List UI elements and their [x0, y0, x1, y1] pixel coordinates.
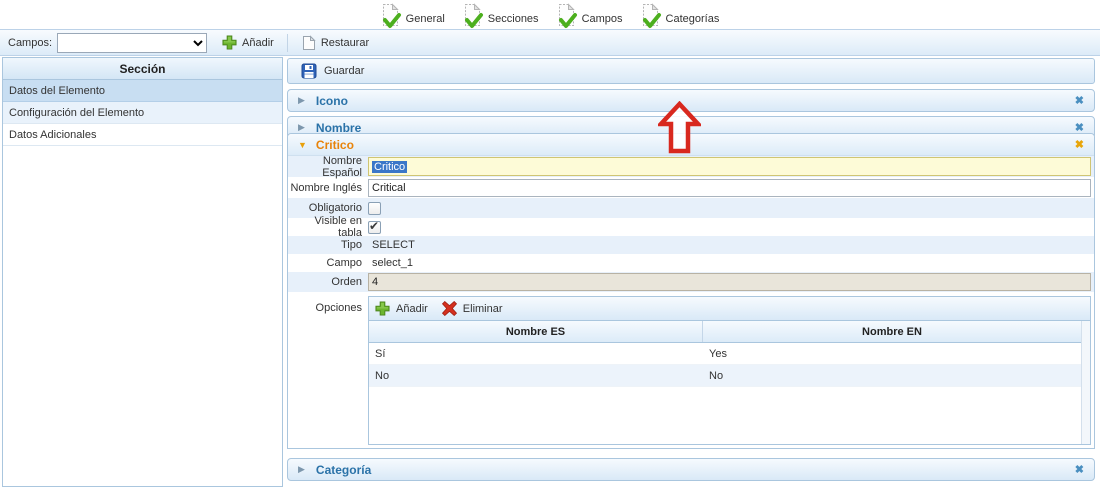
page-check-icon — [381, 3, 402, 29]
section-categoria: ▶ Categoría ✖ — [287, 458, 1095, 481]
campo-value: select_1 — [368, 257, 413, 269]
anadir-button[interactable]: Añadir — [215, 33, 281, 52]
tipo-value: SELECT — [368, 239, 415, 251]
form-row-opciones: Opciones Añadir Eliminar — [288, 294, 1094, 445]
toolbar-separator — [287, 34, 288, 52]
section-item-label: Configuración del Elemento — [9, 107, 144, 119]
section-item-datos-adicionales[interactable]: Datos Adicionales — [3, 124, 282, 146]
cell-nombre-en: No — [703, 370, 1081, 382]
nombre-ingles-input[interactable] — [368, 179, 1091, 197]
column-header-nombre-en[interactable]: Nombre EN — [703, 321, 1081, 342]
tab-label: General — [406, 13, 445, 29]
field-label: Orden — [288, 276, 368, 288]
section-title[interactable]: Icono — [316, 94, 348, 108]
field-label: Obligatorio — [288, 202, 368, 214]
field-label: Nombre Español — [288, 155, 368, 179]
form-row-obligatorio: Obligatorio — [288, 198, 1094, 218]
plus-icon — [375, 301, 390, 316]
opciones-table-header: Nombre ES Nombre EN — [369, 321, 1081, 343]
restaurar-button[interactable]: Restaurar — [294, 33, 376, 53]
cell-nombre-es: No — [369, 370, 703, 382]
form-row-campo: Campo select_1 — [288, 254, 1094, 272]
seccion-header: Sección — [3, 58, 282, 80]
guardar-label: Guardar — [324, 65, 364, 77]
section-title[interactable]: Categoría — [316, 463, 371, 477]
campos-toolbar: Campos: Añadir Restaurar — [0, 29, 1100, 56]
section-item-datos-del-elemento[interactable]: Datos del Elemento — [3, 80, 282, 102]
tab-label: Secciones — [488, 13, 539, 29]
collapse-arrow-icon[interactable]: ▶ — [298, 464, 305, 475]
orden-input[interactable] — [368, 273, 1091, 291]
save-icon — [301, 63, 317, 79]
red-up-arrow-annotation — [658, 101, 701, 154]
form-row-tipo: Tipo SELECT — [288, 236, 1094, 254]
opciones-table: Nombre ES Nombre EN Sí Yes No No — [368, 321, 1091, 445]
close-icon[interactable]: ✖ — [1075, 138, 1084, 151]
table-row[interactable]: Sí Yes — [369, 343, 1081, 365]
close-icon[interactable]: ✖ — [1075, 463, 1084, 476]
table-row[interactable]: No No — [369, 365, 1081, 387]
section-critico-panel: ▼ Critico ✖ Nombre Español Critico Nombr… — [287, 133, 1095, 449]
nombre-espanol-input[interactable]: Critico — [368, 157, 1091, 176]
page-check-icon — [641, 3, 662, 29]
collapse-arrow-icon[interactable]: ▼ — [298, 140, 307, 150]
anadir-label: Añadir — [242, 37, 274, 49]
obligatorio-checkbox[interactable] — [368, 202, 381, 215]
app-window: General Secciones Campos Cate — [0, 0, 1100, 487]
visible-en-tabla-checkbox[interactable] — [368, 221, 381, 234]
tab-categorias[interactable]: Categorías — [641, 3, 720, 29]
opciones-toolbar: Añadir Eliminar — [368, 296, 1091, 321]
opciones-eliminar-button[interactable]: Eliminar — [442, 301, 503, 316]
seccion-panel: Sección Datos del Elemento Configuración… — [2, 57, 283, 487]
form-row-orden: Orden — [288, 272, 1094, 292]
section-title[interactable]: Critico — [316, 138, 354, 152]
tab-campos[interactable]: Campos — [557, 3, 623, 29]
page-check-icon — [463, 3, 484, 29]
form-row-nombre-ingles: Nombre Inglés — [288, 177, 1094, 198]
tab-general[interactable]: General — [381, 3, 445, 29]
cell-nombre-es: Sí — [369, 348, 703, 360]
guardar-button[interactable]: Guardar — [296, 61, 369, 81]
page-icon — [301, 35, 316, 51]
opciones-eliminar-label: Eliminar — [463, 303, 503, 315]
close-icon[interactable]: ✖ — [1075, 94, 1084, 107]
field-label: Nombre Inglés — [288, 182, 368, 194]
opciones-anadir-label: Añadir — [396, 303, 428, 315]
table-scrollbar[interactable] — [1081, 321, 1090, 444]
form-row-visible-en-tabla: Visible en tabla — [288, 218, 1094, 236]
section-item-label: Datos del Elemento — [9, 85, 105, 97]
field-label: Opciones — [288, 294, 368, 314]
restaurar-label: Restaurar — [321, 37, 369, 49]
collapse-arrow-icon[interactable]: ▶ — [298, 122, 305, 133]
opciones-anadir-button[interactable]: Añadir — [375, 301, 428, 316]
form-row-nombre-espanol: Nombre Español Critico — [288, 156, 1094, 177]
tab-label: Categorías — [666, 13, 720, 29]
section-item-configuracion-del-elemento[interactable]: Configuración del Elemento — [3, 102, 282, 124]
campos-label: Campos: — [8, 37, 52, 49]
tab-secciones[interactable]: Secciones — [463, 3, 539, 29]
column-header-nombre-es[interactable]: Nombre ES — [369, 321, 703, 342]
section-item-label: Datos Adicionales — [9, 129, 96, 141]
delete-x-icon — [442, 301, 457, 316]
field-label: Visible en tabla — [288, 215, 368, 239]
page-check-icon — [557, 3, 578, 29]
plus-icon — [222, 35, 237, 50]
selected-text: Critico — [372, 161, 407, 173]
field-label: Tipo — [288, 239, 368, 251]
campos-select[interactable] — [57, 33, 207, 53]
step-tabs: General Secciones Campos Cate — [0, 0, 1100, 29]
tab-label: Campos — [582, 13, 623, 29]
cell-nombre-en: Yes — [703, 348, 1081, 360]
field-label: Campo — [288, 257, 368, 269]
collapse-arrow-icon[interactable]: ▶ — [298, 95, 305, 106]
save-toolbar: Guardar — [287, 58, 1095, 84]
